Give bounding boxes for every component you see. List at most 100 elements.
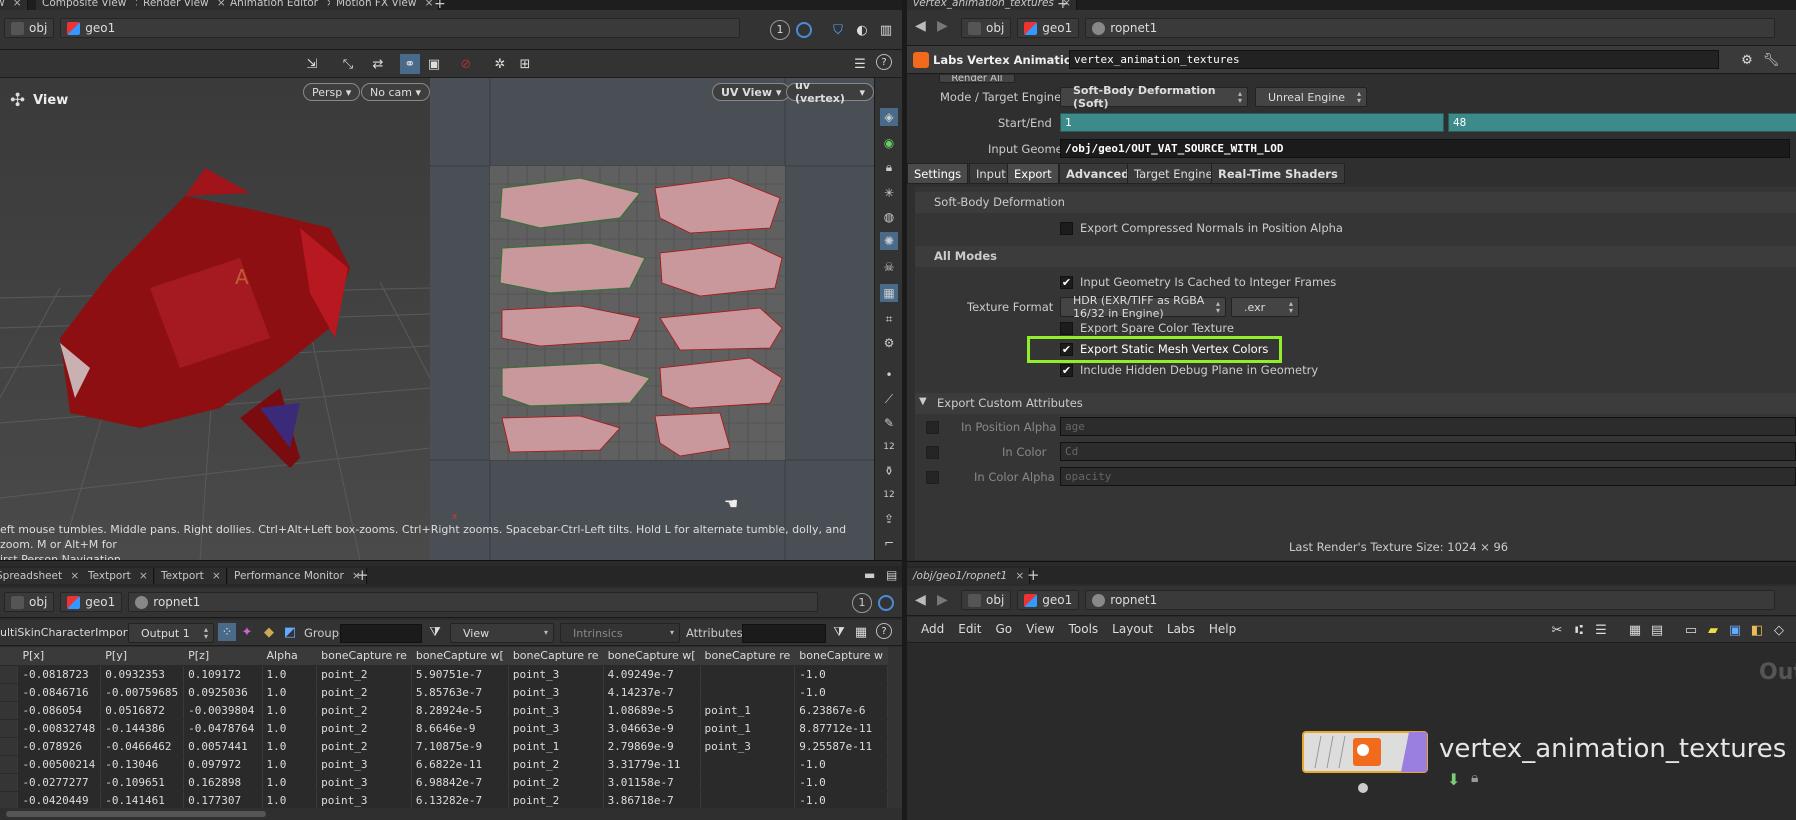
shading-icon[interactable]: ◍ — [880, 208, 898, 226]
table-cell[interactable]: -0.078926 — [17, 737, 102, 756]
table-cell[interactable] — [0, 737, 19, 756]
tab-real-time-shaders[interactable]: Real-Time Shaders — [1211, 163, 1345, 184]
filter-attrs-icon[interactable]: ⧩ — [830, 623, 848, 641]
vat-node[interactable] — [1301, 730, 1441, 810]
table-cell[interactable]: point_3 — [316, 755, 412, 774]
table-cell[interactable] — [700, 791, 796, 808]
table-cell[interactable]: 3.01158e-7 — [603, 773, 701, 792]
table-cell[interactable]: point_3 — [508, 701, 604, 720]
table-cell[interactable]: 8.28924e-5 — [411, 701, 509, 720]
table-cell[interactable]: -1.0 — [794, 755, 888, 774]
forward-arrow-icon[interactable]: ▶ — [937, 18, 948, 34]
skeleton-icon[interactable]: ☠ — [880, 258, 898, 276]
tab-advanced[interactable]: Advanced — [1059, 163, 1137, 184]
table-cell[interactable]: 0.0932353 — [100, 665, 185, 684]
node-name-field[interactable]: vertex_animation_textures — [1069, 50, 1719, 69]
table-cell[interactable]: point_2 — [508, 773, 604, 792]
table-cell[interactable]: point_2 — [316, 701, 412, 720]
persp-menu[interactable]: Persp ▾ — [303, 83, 361, 101]
table-cell[interactable]: 0.177307 — [183, 791, 263, 808]
pin-icon[interactable] — [878, 595, 894, 611]
tab-composite-view[interactable]: Composite View× — [36, 0, 150, 10]
table-cell[interactable]: -0.141461 — [100, 791, 185, 808]
breadcrumb-obj[interactable]: obj — [4, 592, 55, 612]
table-cell[interactable]: -0.144386 — [100, 719, 185, 738]
table-cell[interactable]: 0.0516872 — [100, 701, 185, 720]
table-cell[interactable]: -0.0818723 — [17, 665, 102, 684]
render-icon[interactable]: ✲ — [490, 54, 510, 74]
forward-arrow-icon[interactable]: ▶ — [937, 592, 948, 608]
pin-icon[interactable] — [796, 22, 812, 38]
breadcrumb-geo1[interactable]: geo1 — [60, 592, 123, 612]
shield-icon[interactable]: ⛉ — [828, 20, 848, 40]
photo-icon[interactable]: ▣ — [1725, 620, 1745, 640]
table-cell[interactable]: -1.0 — [794, 683, 888, 702]
tab-left-partial[interactable]: w × — [0, 0, 28, 10]
attributes-field[interactable] — [742, 624, 826, 643]
menu-item-help[interactable]: Help — [1209, 622, 1236, 636]
table-cell[interactable]: -0.109651 — [100, 773, 185, 792]
breadcrumb-geo1[interactable]: geo1 — [60, 18, 741, 38]
light-icon[interactable]: ✺ — [880, 232, 898, 250]
maximize-icon[interactable]: ▬ — [864, 568, 875, 582]
output-select[interactable]: Output 1 ▴ ▾ — [128, 623, 214, 643]
table-row[interactable]: -0.086054 0.0516872 -0.0039804 1.0 point_2 8.… — [0, 701, 888, 720]
column-header[interactable]: boneCapture re — [316, 647, 412, 666]
wrench-icon[interactable]: 🔧︎ — [1761, 50, 1781, 70]
table-cell[interactable]: 6.98842e-7 — [411, 773, 509, 792]
tab-target-engine[interactable]: Target Engine — [1127, 163, 1220, 184]
engine-select[interactable]: Unreal Engine ▴ ▾ — [1255, 87, 1367, 107]
tab-export[interactable]: Export — [1007, 163, 1059, 184]
table-cell[interactable]: point_3 — [508, 719, 604, 738]
close-icon[interactable]: × — [13, 0, 22, 9]
tab-vertex-animation-textures[interactable]: vertex_animation_textures × — [907, 0, 1077, 10]
table-cell[interactable]: 0.109172 — [183, 665, 263, 684]
tab-settings[interactable]: Settings — [907, 163, 969, 184]
table-cell[interactable]: 6.13282e-7 — [411, 791, 509, 808]
table-cell[interactable]: -0.0466462 — [100, 737, 185, 756]
background-icon[interactable]: ▦ — [880, 284, 898, 302]
table-cell[interactable] — [0, 701, 19, 720]
lock-icon[interactable]: 🔒︎ — [880, 158, 898, 176]
table-cell[interactable] — [0, 719, 19, 738]
static-mesh-colors-checkbox[interactable]: ✔ — [1060, 343, 1073, 356]
column-header[interactable]: boneCapture w — [794, 647, 888, 666]
table-cell[interactable]: 0.0057441 — [183, 737, 263, 756]
wireframe-icon[interactable]: ✳ — [880, 184, 898, 202]
table-cell[interactable]: 0.0925036 — [183, 683, 263, 702]
export-icon[interactable]: ⇪ — [880, 510, 898, 528]
table-cell[interactable]: 0.162898 — [183, 773, 263, 792]
in-position-alpha-field[interactable]: age — [1060, 417, 1796, 436]
tab-performance-monitor[interactable]: Performance Monitor × — [228, 568, 367, 584]
snap-tool-icon[interactable]: ⇄ — [368, 54, 388, 74]
point-icon[interactable]: • — [880, 366, 898, 384]
column-header[interactable]: P[z] — [183, 647, 263, 666]
in-position-alpha-checkbox[interactable] — [926, 421, 939, 434]
camera-settings-icon[interactable]: ⚙ — [880, 334, 898, 352]
table-cell[interactable]: 7.10875e-9 — [411, 737, 509, 756]
menu-item-view[interactable]: View — [1026, 622, 1054, 636]
breadcrumb-geo1[interactable]: geo1 — [1017, 590, 1080, 610]
table-cell[interactable]: 4.14237e-7 — [603, 683, 701, 702]
frame-number[interactable]: 1 — [852, 593, 872, 613]
tab-render-view[interactable]: Render View × — [137, 0, 232, 10]
table-cell[interactable]: -1.0 — [794, 773, 888, 792]
spreadsheet-table[interactable]: P[x] P[y] P[z] Alpha boneCapture re boneCaptu… — [0, 647, 888, 808]
table-cell[interactable]: 1.0 — [262, 755, 318, 774]
section-custom-attrs[interactable]: ▼ Export Custom Attributes — [915, 393, 1796, 414]
intrinsics-select[interactable]: Intrinsics ▾ — [560, 623, 680, 643]
table-cell[interactable]: -1.0 — [794, 665, 888, 684]
table-cell[interactable]: -0.0039804 — [183, 701, 263, 720]
network-canvas[interactable]: Out vertex_animation_textures ⬇ 🔒︎ — [907, 644, 1796, 820]
table-cell[interactable] — [0, 773, 19, 792]
spreadsheet-grid[interactable]: P[x] P[y] P[z] Alpha boneCapture re boneCaptu… — [0, 647, 888, 808]
table-cell[interactable]: 8.87712e-11 — [794, 719, 888, 738]
snap-grid-icon[interactable]: ⌗ — [880, 310, 898, 328]
table-cell[interactable]: 8.6646e-9 — [411, 719, 509, 738]
table-row[interactable]: -0.0846716 -0.00759685 0.0925036 1.0 point_2… — [0, 683, 888, 702]
transform-tool-icon[interactable]: ⤡ — [338, 54, 358, 74]
in-color-alpha-checkbox[interactable] — [926, 471, 939, 484]
table-cell[interactable]: -0.0846716 — [17, 683, 102, 702]
options-icon[interactable]: ▦ — [852, 623, 870, 641]
table-cell[interactable]: 4.09249e-7 — [603, 665, 701, 684]
